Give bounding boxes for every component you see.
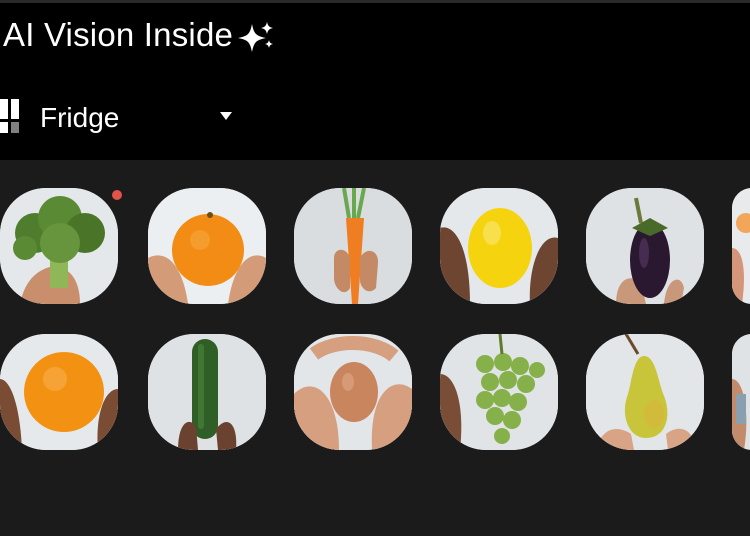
cucumber-image [148,334,266,450]
grapes-image [440,334,558,450]
tile-pear[interactable] [586,334,704,450]
selector-label: Fridge [40,102,120,133]
header-divider [0,0,750,3]
tile-carrot[interactable] [294,188,412,304]
tile-grapes[interactable] [440,334,558,450]
lemon-image [440,188,558,304]
tile-orange-2[interactable] [0,334,118,450]
carrot-image [294,188,412,304]
app-title: AI Vision Inside [3,16,234,53]
egg-image [294,334,412,450]
tile-broccoli[interactable] [0,188,118,304]
tile-lemon[interactable] [440,188,558,304]
tile-cucumber[interactable] [148,334,266,450]
tile-egg[interactable] [294,334,412,450]
partial-item-image [732,334,750,450]
pear-image [586,334,704,450]
grid-view-icon [0,99,19,133]
tile-partial-row1[interactable] [732,188,750,304]
tile-partial-row2[interactable] [732,334,750,450]
notification-dot [112,190,122,200]
eggplant-image [586,188,704,304]
orange-image [0,334,118,450]
orange-image [148,188,266,304]
partial-item-image [732,188,750,304]
location-selector[interactable]: Fridge [0,96,240,140]
tile-orange[interactable] [148,188,266,304]
caret-down-icon[interactable] [220,112,232,120]
tile-eggplant[interactable] [586,188,704,304]
broccoli-image [0,188,118,304]
produce-grid [0,185,750,485]
sparkles-icon [238,22,273,52]
app-header: AI Vision Inside Fridge [0,0,750,160]
